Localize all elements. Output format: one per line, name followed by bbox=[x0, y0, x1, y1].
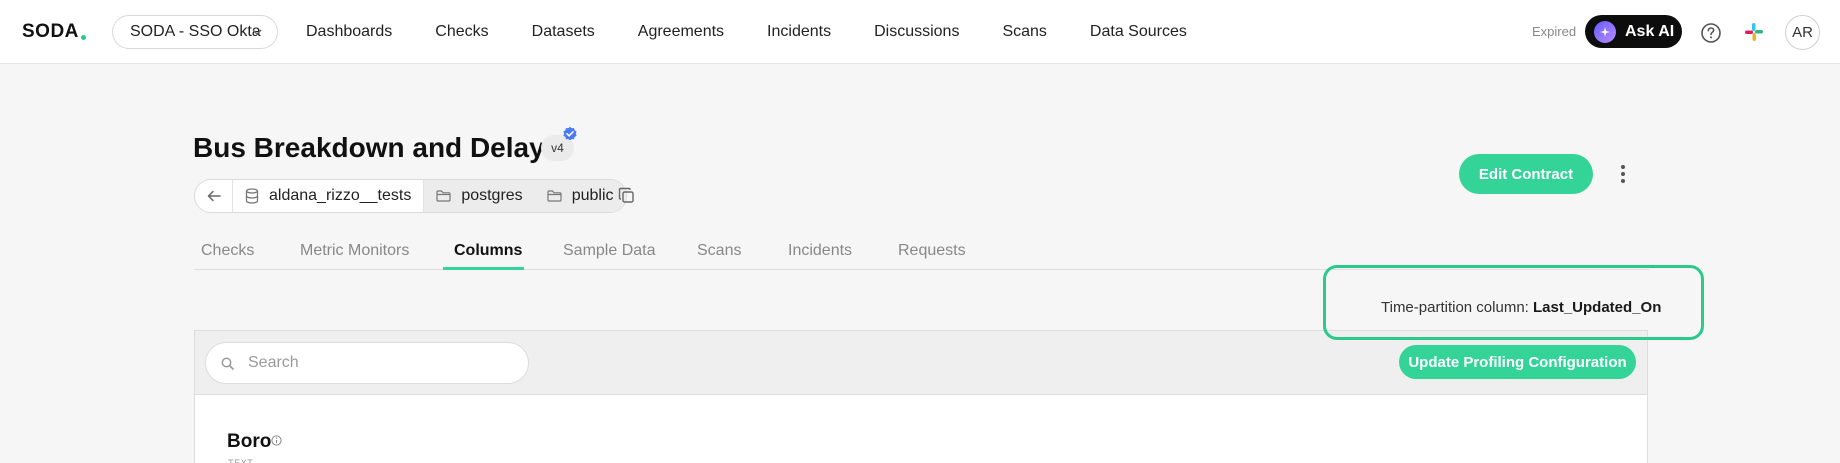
user-avatar[interactable]: AR bbox=[1785, 15, 1820, 50]
breadcrumb-datasource-label: aldana_rizzo__tests bbox=[269, 187, 412, 204]
logo-dot bbox=[80, 34, 86, 40]
database-icon bbox=[245, 188, 259, 204]
breadcrumb-database[interactable]: postgres bbox=[424, 180, 535, 212]
column-type: TEXT bbox=[228, 458, 254, 463]
ask-ai-button[interactable]: Ask AI bbox=[1585, 15, 1682, 48]
expired-label: Expired bbox=[1532, 24, 1577, 39]
edit-contract-button[interactable]: Edit Contract bbox=[1459, 154, 1593, 194]
organization-select-value: SODA - SSO Okta bbox=[130, 23, 261, 40]
time-partition-info: Time-partition column: Last_Updated_On bbox=[1381, 299, 1661, 316]
search-icon bbox=[221, 357, 234, 370]
nav-item-dashboards[interactable]: Dashboards bbox=[306, 23, 392, 41]
tab-incidents[interactable]: Incidents bbox=[788, 242, 852, 260]
breadcrumb-database-label: postgres bbox=[461, 187, 523, 204]
verified-badge-icon bbox=[563, 126, 577, 141]
nav-item-incidents[interactable]: Incidents bbox=[767, 23, 831, 41]
ai-sparkle-icon bbox=[1594, 20, 1616, 43]
tab-scans[interactable]: Scans bbox=[697, 242, 741, 260]
page-title: Bus Breakdown and Delays bbox=[193, 132, 561, 163]
folder-icon bbox=[547, 190, 562, 202]
tab-sample-data[interactable]: Sample Data bbox=[563, 242, 656, 260]
tab-columns[interactable]: Columns bbox=[454, 242, 522, 260]
nav-item-agreements[interactable]: Agreements bbox=[638, 23, 724, 41]
back-button[interactable] bbox=[195, 180, 233, 212]
breadcrumb-schema-label: public bbox=[571, 187, 614, 204]
more-vertical-icon[interactable] bbox=[1618, 163, 1628, 185]
main-navigation: Dashboards Checks Datasets Agreements In… bbox=[306, 0, 1230, 64]
nav-item-data-sources[interactable]: Data Sources bbox=[1090, 23, 1187, 41]
tab-checks[interactable]: Checks bbox=[201, 242, 254, 260]
dataset-breadcrumb: aldana_rizzo__tests postgres public bbox=[194, 179, 627, 213]
info-icon[interactable] bbox=[271, 435, 282, 446]
dataset-tabs: Checks Metric Monitors Columns Sample Da… bbox=[194, 228, 1649, 270]
search-input[interactable] bbox=[248, 354, 508, 372]
time-partition-label: Time-partition column: bbox=[1381, 299, 1529, 316]
top-navigation-bar: SODA SODA - SSO Okta Dashboards Checks D… bbox=[0, 0, 1840, 64]
copy-icon[interactable] bbox=[618, 187, 635, 204]
nav-item-datasets[interactable]: Datasets bbox=[532, 23, 595, 41]
active-tab-indicator bbox=[443, 267, 524, 270]
nav-item-checks[interactable]: Checks bbox=[435, 23, 488, 41]
ask-ai-label: Ask AI bbox=[1625, 22, 1675, 40]
tab-requests[interactable]: Requests bbox=[898, 242, 966, 260]
logo-text: SODA bbox=[22, 21, 79, 42]
breadcrumb-schema[interactable]: public bbox=[534, 180, 626, 212]
breadcrumb-datasource[interactable]: aldana_rizzo__tests bbox=[233, 180, 425, 212]
folder-icon bbox=[436, 190, 451, 202]
soda-logo[interactable]: SODA bbox=[22, 21, 86, 43]
chevron-down-icon bbox=[252, 29, 262, 36]
nav-item-scans[interactable]: Scans bbox=[1002, 23, 1046, 41]
arrow-left-icon bbox=[207, 190, 221, 202]
search-field[interactable] bbox=[205, 342, 529, 384]
columns-toolbar: Update Profiling Configuration bbox=[195, 331, 1647, 395]
columns-panel: Update Profiling Configuration Boro TEXT bbox=[194, 330, 1648, 463]
nav-item-discussions[interactable]: Discussions bbox=[874, 23, 959, 41]
slack-icon[interactable] bbox=[1744, 22, 1764, 42]
organization-select[interactable]: SODA - SSO Okta bbox=[112, 15, 278, 49]
help-icon[interactable] bbox=[1700, 22, 1722, 44]
update-profiling-configuration-button[interactable]: Update Profiling Configuration bbox=[1399, 345, 1636, 379]
time-partition-value: Last_Updated_On bbox=[1533, 299, 1662, 316]
column-name: Boro bbox=[227, 431, 272, 452]
tab-metric-monitors[interactable]: Metric Monitors bbox=[300, 242, 409, 260]
